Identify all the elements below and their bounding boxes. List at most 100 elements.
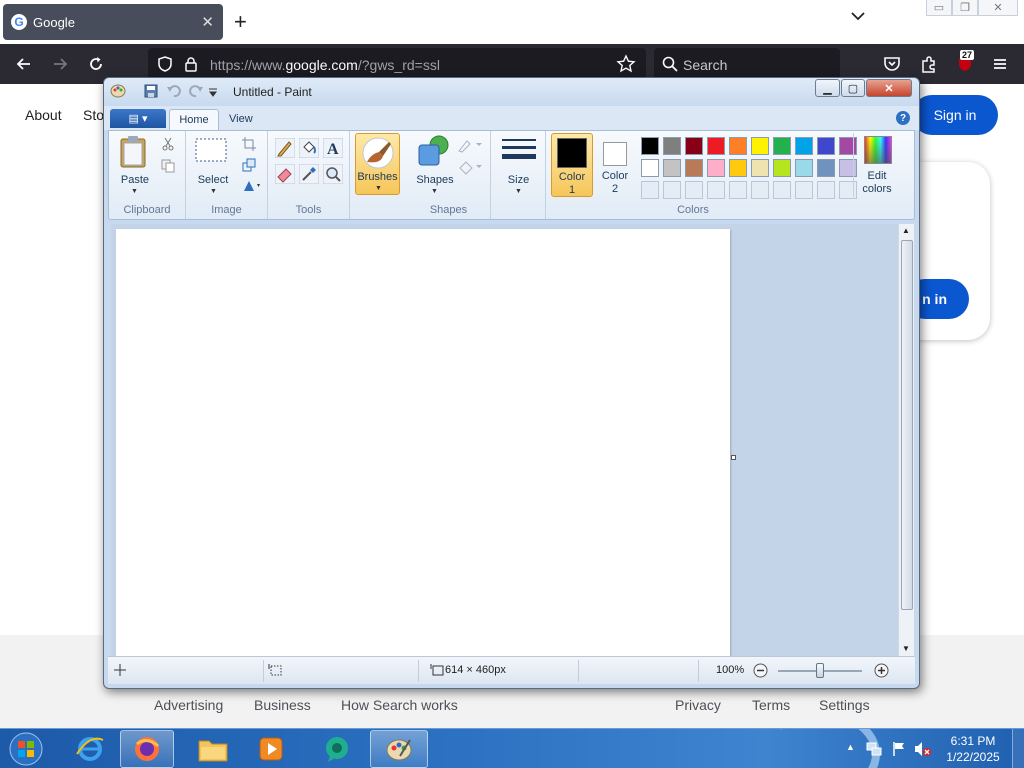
brushes-button[interactable]: Brushes ▼ <box>355 133 400 195</box>
scroll-down-arrow-icon[interactable]: ▼ <box>902 644 910 653</box>
palette-color-swatch[interactable] <box>751 159 769 177</box>
footer-link-settings[interactable]: Settings <box>819 697 870 713</box>
system-clock[interactable]: 6:31 PM 1/22/2025 <box>940 733 1006 765</box>
palette-custom-slot[interactable] <box>663 181 681 199</box>
palette-color-swatch[interactable] <box>817 159 835 177</box>
start-button[interactable] <box>0 730 52 768</box>
reload-icon[interactable] <box>86 54 106 74</box>
fill-icon[interactable] <box>457 159 483 178</box>
palette-color-swatch[interactable] <box>729 159 747 177</box>
taskbar-messenger-icon[interactable] <box>310 730 364 768</box>
palette-custom-slot[interactable] <box>685 181 703 199</box>
show-desktop-button[interactable] <box>1012 729 1024 768</box>
paint-app-icon[interactable] <box>110 82 126 101</box>
canvas-resize-handle[interactable] <box>731 455 736 460</box>
scrollbar-thumb[interactable] <box>901 240 913 610</box>
taskbar-file-explorer-icon[interactable] <box>186 730 240 768</box>
palette-color-swatch[interactable] <box>817 137 835 155</box>
select-rectangle-icon[interactable] <box>195 138 227 165</box>
paste-label[interactable]: Paste <box>109 174 161 187</box>
taskbar-internet-explorer-icon[interactable] <box>63 730 117 768</box>
select-label[interactable]: Select <box>186 174 240 187</box>
pencil-tool-icon[interactable] <box>274 137 296 161</box>
undo-icon[interactable] <box>166 84 182 101</box>
edit-colors-button[interactable]: Edit colors <box>853 133 899 197</box>
vertical-scrollbar[interactable]: ▲ ▼ <box>898 224 914 656</box>
palette-color-swatch[interactable] <box>663 159 681 177</box>
shapes-dropdown-arrow-icon[interactable]: ▼ <box>431 188 438 195</box>
rotate-icon[interactable] <box>242 178 262 195</box>
magnifier-icon[interactable] <box>322 163 344 187</box>
paste-dropdown-arrow-icon[interactable]: ▼ <box>131 188 138 195</box>
google-about-link[interactable]: About <box>25 107 62 123</box>
shapes-label[interactable]: Shapes <box>407 174 463 187</box>
forward-arrow-icon[interactable] <box>50 54 70 74</box>
browser-tab-google[interactable]: G Google ✕ <box>3 4 223 40</box>
footer-link-terms[interactable]: Terms <box>752 697 790 713</box>
taskbar-firefox-icon[interactable] <box>120 730 174 768</box>
palette-color-swatch[interactable] <box>773 159 791 177</box>
paint-title-bar[interactable]: Untitled - Paint ▁ ▢ ✕ <box>104 78 919 106</box>
footer-link-advertising[interactable]: Advertising <box>154 697 223 713</box>
footer-link-privacy[interactable]: Privacy <box>675 697 721 713</box>
copy-icon[interactable] <box>161 159 175 176</box>
scroll-up-arrow-icon[interactable]: ▲ <box>902 226 910 235</box>
resize-icon[interactable] <box>242 158 256 175</box>
pocket-icon[interactable] <box>882 54 902 74</box>
redo-icon[interactable] <box>188 84 204 101</box>
crop-icon[interactable] <box>242 137 256 154</box>
tab-close-icon[interactable]: ✕ <box>201 13 214 31</box>
zoom-out-icon[interactable] <box>753 663 768 681</box>
line-size-icon[interactable] <box>502 138 536 169</box>
list-all-tabs-chevron-icon[interactable] <box>850 10 866 25</box>
palette-custom-slot[interactable] <box>795 181 813 199</box>
palette-color-swatch[interactable] <box>685 159 703 177</box>
palette-color-swatch[interactable] <box>751 137 769 155</box>
new-tab-button[interactable]: + <box>234 9 247 35</box>
size-label[interactable]: Size <box>491 174 546 187</box>
shapes-icon[interactable] <box>417 135 451 170</box>
back-arrow-icon[interactable] <box>14 54 34 74</box>
paint-minimize-button[interactable]: ▁ <box>815 79 840 97</box>
hamburger-menu-icon[interactable] <box>990 54 1010 74</box>
palette-color-swatch[interactable] <box>707 137 725 155</box>
tab-home[interactable]: Home <box>169 109 219 130</box>
minimize-window-button[interactable]: ▭ <box>926 0 952 16</box>
extensions-puzzle-icon[interactable] <box>919 54 939 74</box>
palette-color-swatch[interactable] <box>773 137 791 155</box>
paint-close-button[interactable]: ✕ <box>866 79 912 97</box>
palette-color-swatch[interactable] <box>795 159 813 177</box>
volume-muted-icon[interactable] <box>914 741 932 760</box>
color-picker-icon[interactable] <box>298 163 320 187</box>
search-bar[interactable]: Search <box>654 48 840 80</box>
eraser-icon[interactable] <box>274 163 296 187</box>
palette-color-swatch[interactable] <box>641 137 659 155</box>
palette-color-swatch[interactable] <box>707 159 725 177</box>
size-dropdown-arrow-icon[interactable]: ▼ <box>515 188 522 195</box>
palette-color-swatch[interactable] <box>663 137 681 155</box>
text-tool-icon[interactable]: A <box>322 137 344 161</box>
url-text[interactable]: https://www.google.com/?gws_rd=ssl <box>210 57 440 73</box>
url-bar[interactable]: https://www.google.com/?gws_rd=ssl <box>148 48 646 80</box>
tracking-shield-icon[interactable] <box>156 55 176 75</box>
show-hidden-icons-arrow-icon[interactable]: ▲ <box>846 742 855 752</box>
palette-color-swatch[interactable] <box>641 159 659 177</box>
zoom-in-icon[interactable] <box>874 663 889 681</box>
taskbar-media-player-icon[interactable] <box>244 730 298 768</box>
select-dropdown-arrow-icon[interactable]: ▼ <box>210 188 217 195</box>
fill-bucket-icon[interactable] <box>298 137 320 161</box>
drawing-canvas[interactable] <box>116 229 730 656</box>
palette-color-swatch[interactable] <box>685 137 703 155</box>
help-icon[interactable]: ? <box>896 111 910 125</box>
lock-icon[interactable] <box>182 55 202 75</box>
network-icon[interactable] <box>866 741 882 760</box>
palette-custom-slot[interactable] <box>773 181 791 199</box>
paint-maximize-button[interactable]: ▢ <box>841 79 865 97</box>
palette-custom-slot[interactable] <box>751 181 769 199</box>
save-icon[interactable] <box>144 84 158 101</box>
footer-link-how-search-works[interactable]: How Search works <box>341 697 458 713</box>
bookmark-star-icon[interactable] <box>616 54 636 74</box>
palette-custom-slot[interactable] <box>817 181 835 199</box>
outline-icon[interactable] <box>457 137 483 156</box>
google-sign-in-button[interactable]: Sign in <box>912 95 998 135</box>
